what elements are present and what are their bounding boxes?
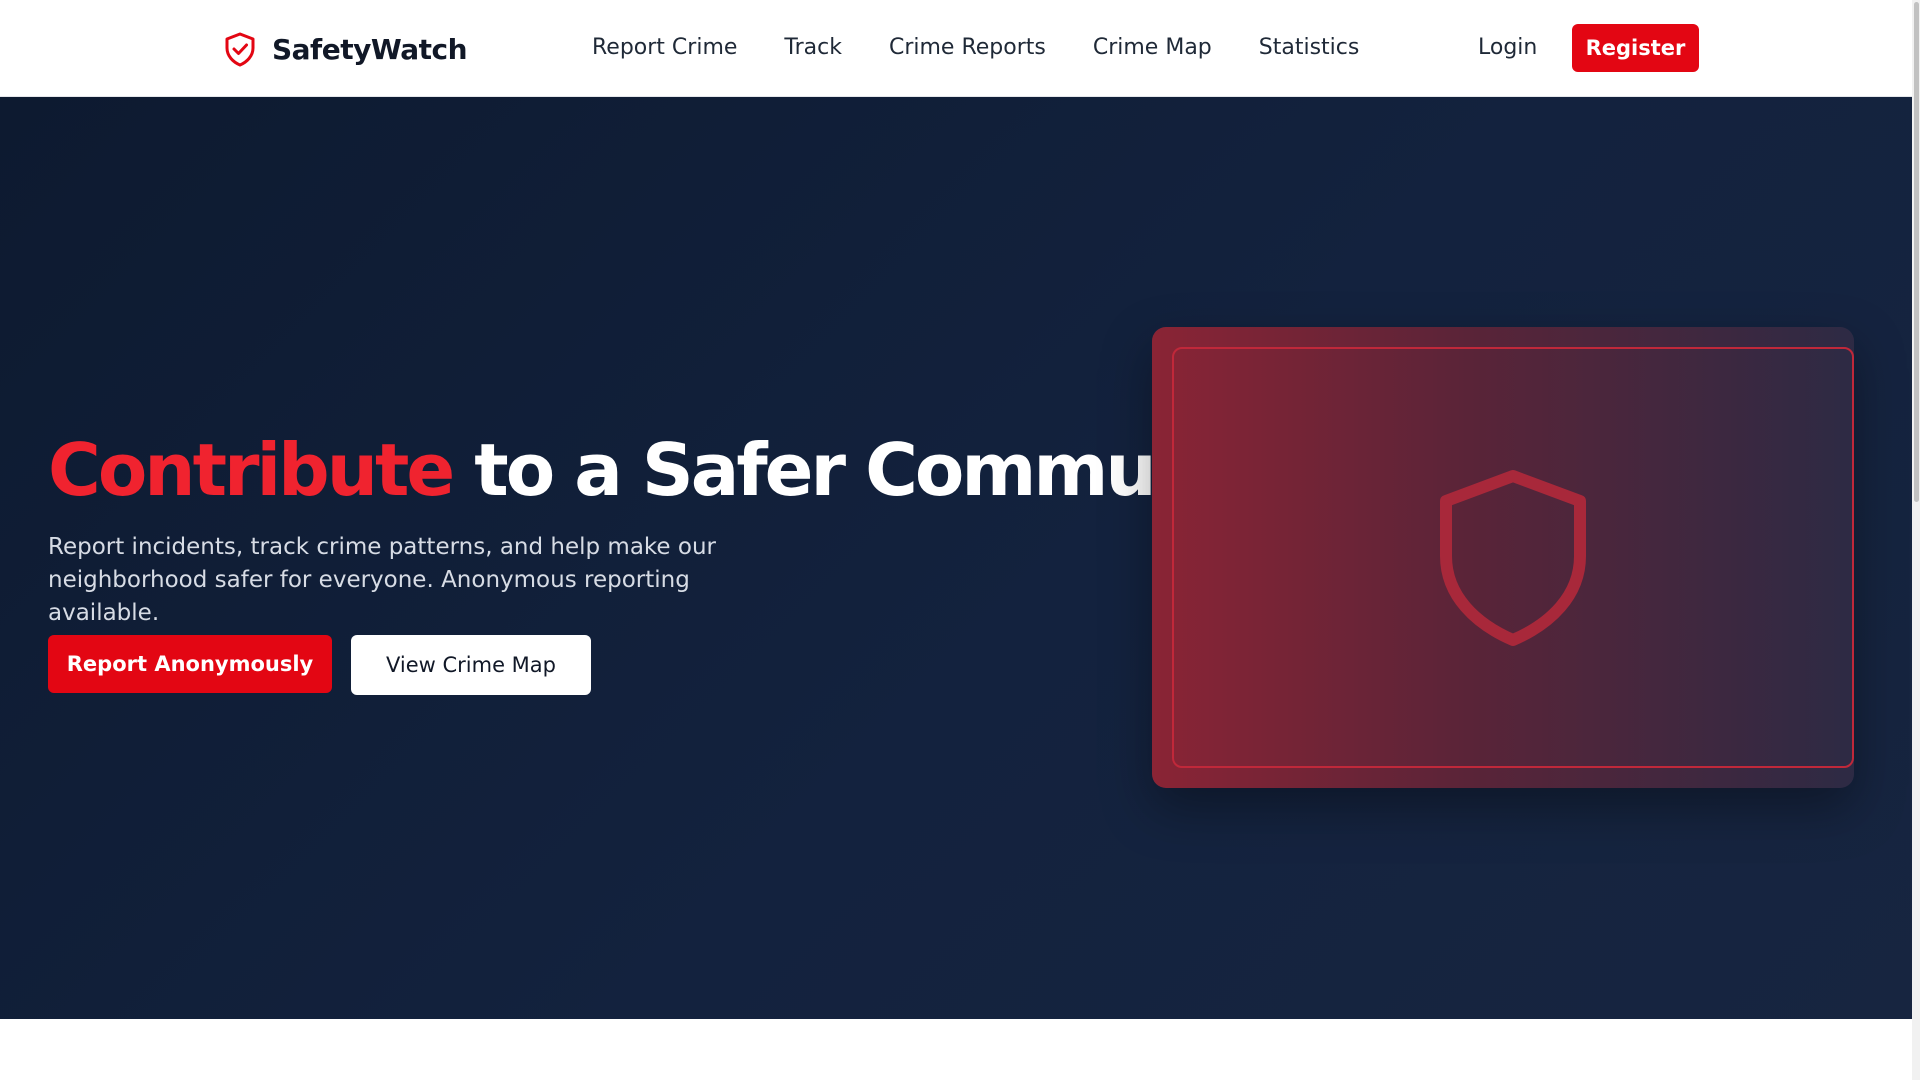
nav-crime-map[interactable]: Crime Map (1093, 33, 1212, 63)
hero-illustration-card (1152, 327, 1854, 788)
nav-track[interactable]: Track (784, 33, 842, 63)
nav-statistics[interactable]: Statistics (1259, 33, 1360, 63)
nav-report-crime[interactable]: Report Crime (592, 33, 737, 63)
hero-title-accent: Contribute (48, 428, 455, 512)
view-crime-map-button[interactable]: View Crime Map (351, 635, 591, 695)
brand-name: SafetyWatch (272, 32, 468, 66)
hero-subtitle: Report incidents, track crime patterns, … (48, 534, 716, 626)
shield-check-icon (222, 31, 258, 67)
main-nav: Report Crime Track Crime Reports Crime M… (592, 33, 1406, 63)
page-scrollbar[interactable] (1912, 0, 1920, 1080)
login-link[interactable]: Login (1478, 33, 1537, 63)
shield-icon (1438, 468, 1588, 648)
hero-card-frame (1172, 347, 1854, 768)
register-button[interactable]: Register (1572, 24, 1699, 72)
scrollbar-thumb[interactable] (1914, 2, 1919, 502)
nav-crime-reports[interactable]: Crime Reports (889, 33, 1046, 63)
brand-logo-link[interactable]: SafetyWatch (222, 30, 468, 68)
top-navbar: SafetyWatch Report Crime Track Crime Rep… (0, 0, 1918, 97)
hero-section: Contribute to a Safer Community Report i… (0, 97, 1918, 1019)
hero-title: Contribute to a Safer Community (48, 427, 1302, 513)
report-anonymously-button[interactable]: Report Anonymously (48, 635, 332, 693)
